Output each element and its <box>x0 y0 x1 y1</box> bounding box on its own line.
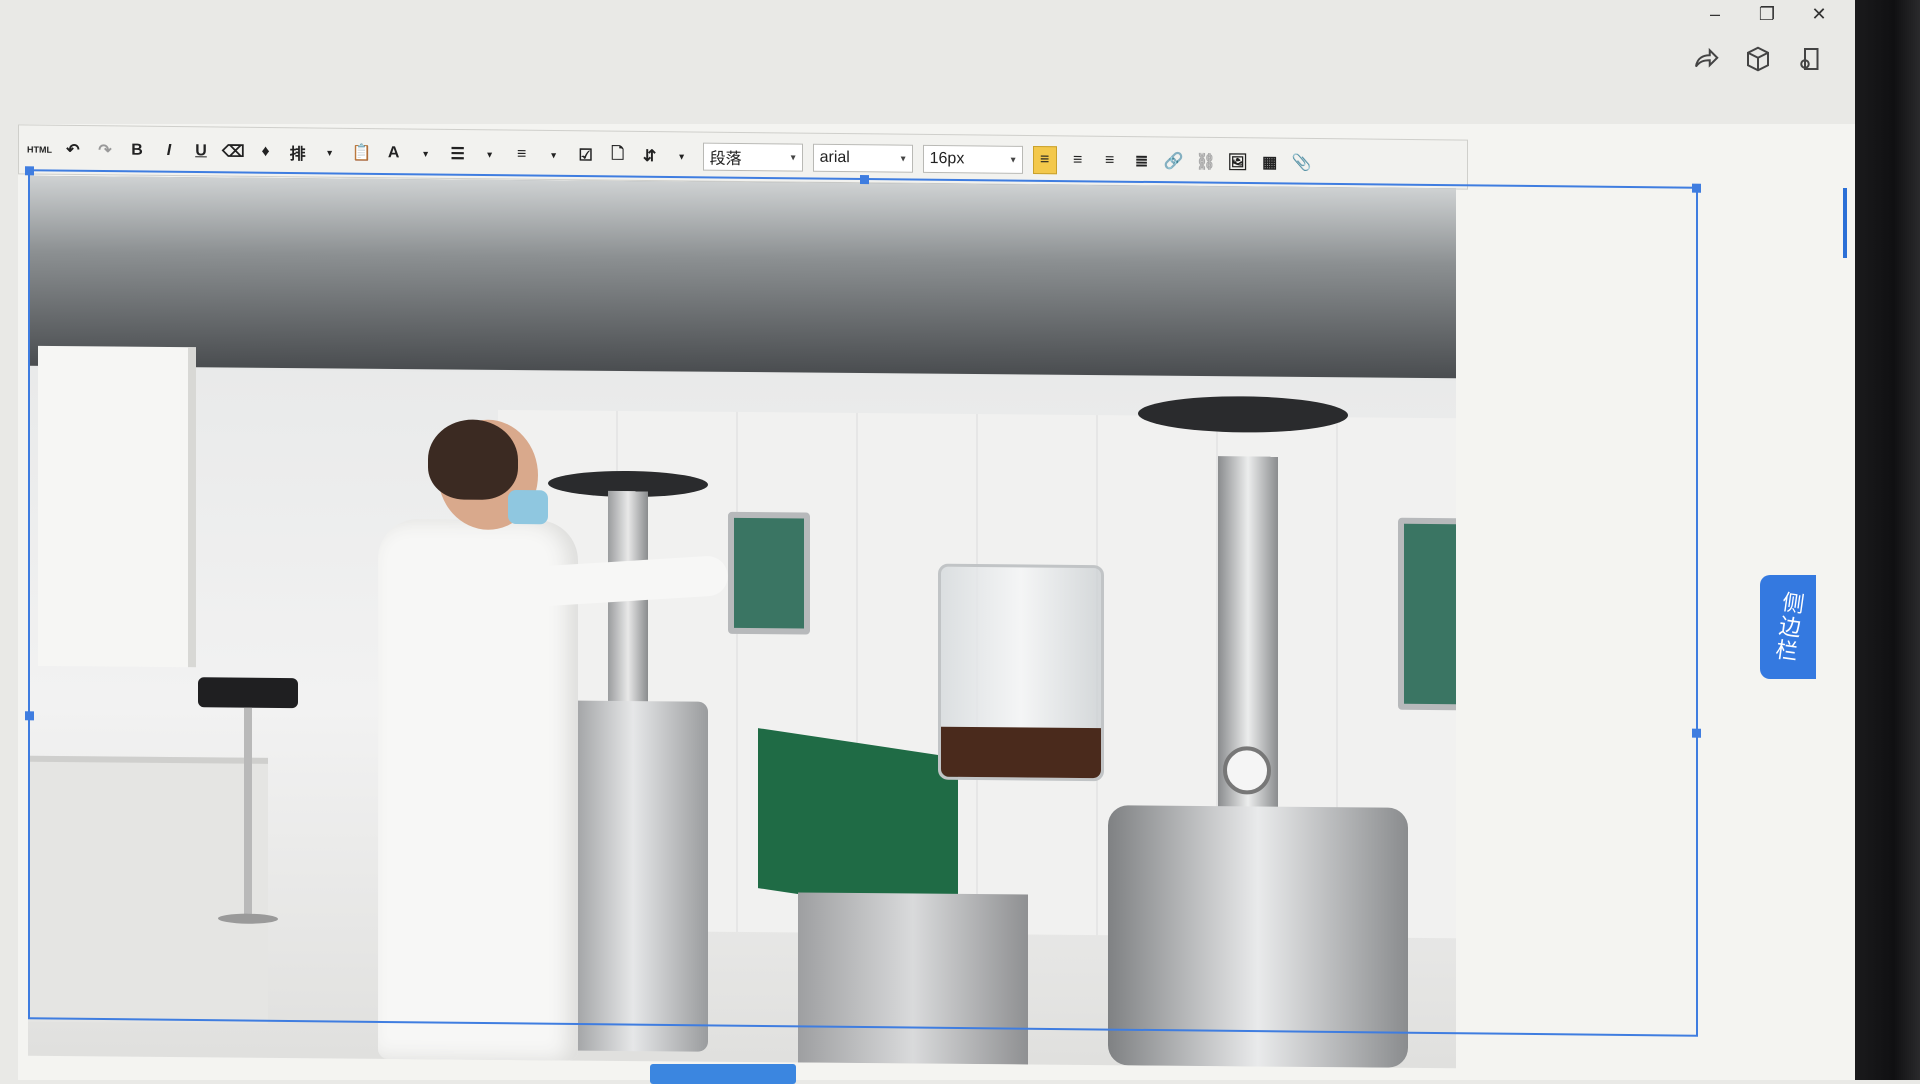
align-left-icon[interactable]: ≡ <box>1032 146 1057 175</box>
face-mask <box>508 489 548 525</box>
restore-icon[interactable]: ❐ <box>1756 3 1778 25</box>
packaging-machine <box>758 728 1058 1065</box>
font-size-select-value: 16px <box>929 149 965 168</box>
chevron-down-icon[interactable]: ▾ <box>415 141 437 167</box>
chevron-down-icon: ▾ <box>900 153 906 165</box>
chevron-down-icon[interactable]: ▾ <box>479 141 501 167</box>
ordered-list-icon[interactable]: ☰ <box>447 141 469 167</box>
handwheel <box>1138 395 1348 434</box>
glass-tank <box>938 563 1104 782</box>
sidebar-toggle-label: 侧边栏 <box>1771 589 1806 665</box>
stool-seat <box>198 677 298 709</box>
bar-stool <box>198 677 298 938</box>
underline-button[interactable]: U <box>190 138 212 164</box>
pressure-gauge <box>1223 746 1271 795</box>
image-icon[interactable]: 🖼 <box>1227 149 1249 175</box>
control-panel <box>1398 517 1456 711</box>
stool-pole <box>244 707 252 918</box>
link-icon[interactable]: 🔗 <box>1163 148 1185 174</box>
sidebar-toggle-button[interactable]: 侧边栏 <box>1760 575 1816 679</box>
worker <box>358 419 730 1061</box>
chevron-down-icon: ▾ <box>790 151 796 164</box>
bold-button[interactable]: B <box>126 138 148 164</box>
format-painter-icon[interactable]: ♦ <box>255 139 277 165</box>
chevron-down-icon[interactable]: ▾ <box>319 140 341 166</box>
minimize-icon[interactable]: – <box>1704 3 1726 25</box>
packaging-machine-base <box>798 892 1028 1065</box>
share-icon[interactable] <box>1691 44 1721 74</box>
cube-icon[interactable] <box>1743 44 1773 74</box>
font-family-select-value: arial <box>819 148 850 167</box>
paragraph-select-value: 段落 <box>709 150 742 168</box>
line-height-icon[interactable]: ⇵ <box>639 143 661 169</box>
table-icon[interactable]: ▦ <box>1259 149 1281 175</box>
packaging-machine-front <box>758 728 958 918</box>
monitor-bezel <box>1855 0 1920 1080</box>
font-family-select[interactable]: arial ▾ <box>812 143 913 173</box>
machine-vessel <box>1108 805 1408 1068</box>
eraser-icon[interactable]: ⌫ <box>222 139 245 165</box>
inserted-photo[interactable] <box>28 175 1456 1069</box>
unordered-list-icon[interactable]: ≡ <box>511 142 533 168</box>
close-icon[interactable]: ✕ <box>1808 3 1830 25</box>
top-actions <box>1691 44 1825 74</box>
herbal-liquid <box>941 726 1101 779</box>
control-panel <box>728 511 810 635</box>
font-color-button[interactable]: A <box>383 140 405 166</box>
align-center-icon[interactable]: ≡ <box>1067 147 1089 173</box>
checkbox-icon[interactable]: ☑ <box>575 142 597 168</box>
chevron-down-icon: ▾ <box>1010 154 1016 166</box>
chevron-down-icon[interactable]: ▾ <box>543 142 565 168</box>
bottom-action-button[interactable] <box>650 1064 796 1084</box>
scrollbar-thumb[interactable] <box>1843 188 1847 258</box>
typeset-button[interactable]: 排 <box>287 139 309 165</box>
redo-icon[interactable]: ↷ <box>94 137 116 163</box>
stool-base <box>218 913 278 924</box>
paragraph-select[interactable]: 段落 ▾ <box>702 142 803 172</box>
document-icon[interactable]: 🗋 <box>607 143 629 169</box>
attachment-icon[interactable]: 📎 <box>1291 150 1313 176</box>
align-justify-icon[interactable]: ≣ <box>1131 148 1153 174</box>
decoction-machine-right <box>1108 365 1428 1068</box>
paste-icon[interactable]: 📋 <box>351 140 373 166</box>
chevron-down-icon[interactable]: ▾ <box>671 143 693 169</box>
window-controls: – ❐ ✕ <box>1704 0 1830 28</box>
note-icon[interactable] <box>1795 44 1825 74</box>
align-right-icon[interactable]: ≡ <box>1099 148 1121 174</box>
exhaust-hood <box>28 175 1456 379</box>
font-size-select[interactable]: 16px ▾ <box>922 144 1023 174</box>
worker-hair <box>428 419 518 501</box>
undo-icon[interactable]: ↶ <box>62 137 84 163</box>
italic-button[interactable]: I <box>158 138 180 164</box>
unlink-icon[interactable]: ⛓ <box>1195 149 1217 175</box>
window <box>38 345 196 668</box>
html-source-button[interactable]: HTML <box>27 137 52 163</box>
